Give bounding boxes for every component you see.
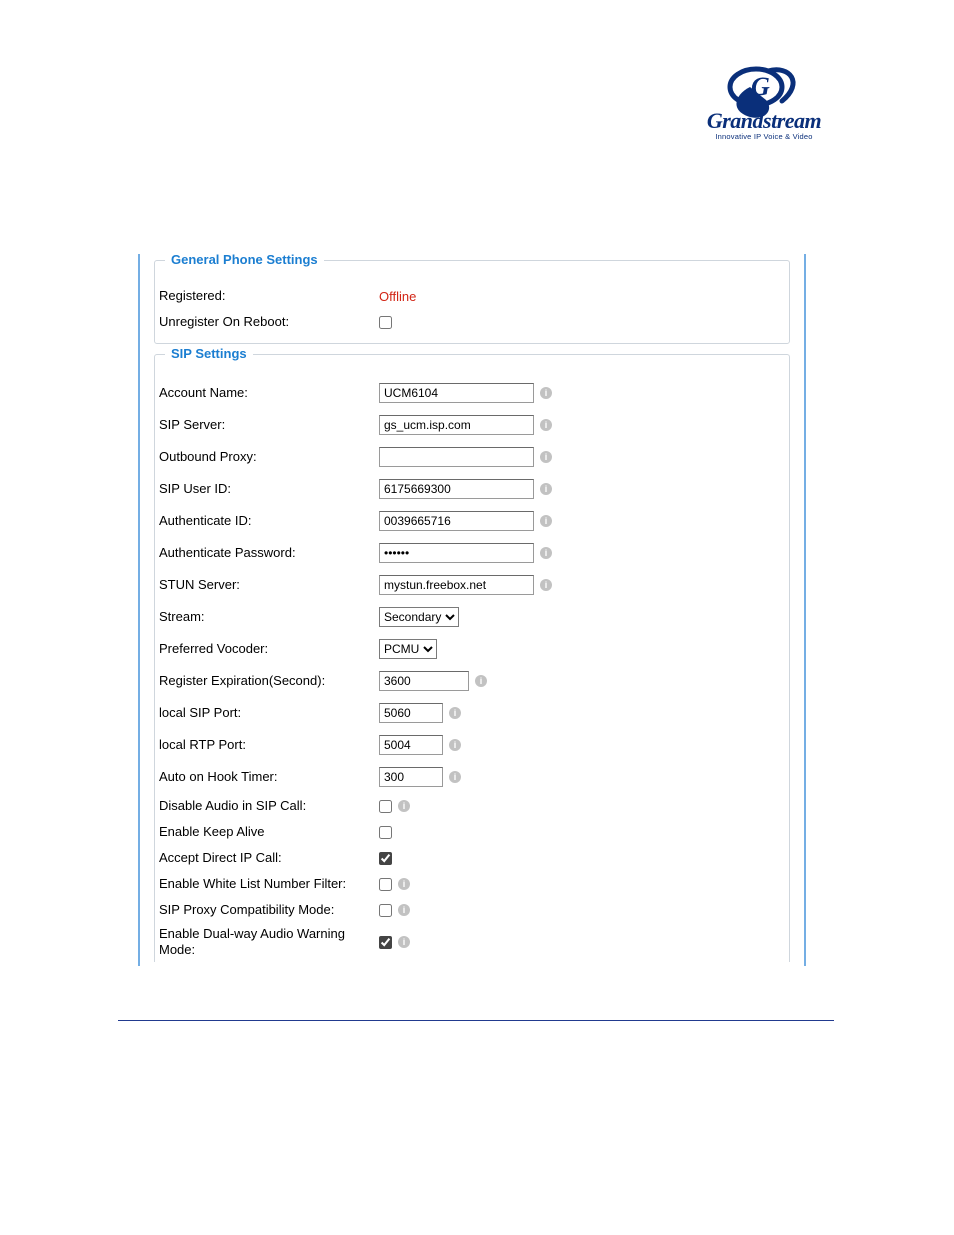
label-accept-direct-ip-call: Accept Direct IP Call: bbox=[159, 850, 379, 866]
label-auto-on-hook-timer: Auto on Hook Timer: bbox=[159, 769, 379, 785]
label-register-expiration: Register Expiration(Second): bbox=[159, 673, 379, 689]
info-icon[interactable]: i bbox=[449, 707, 461, 719]
label-sip-user-id: SIP User ID: bbox=[159, 481, 379, 497]
input-authenticate-password[interactable] bbox=[379, 543, 534, 563]
fieldset-general-phone-settings: General Phone Settings Registered: Offli… bbox=[154, 260, 790, 344]
brand-tagline: Innovative IP Voice & Video bbox=[699, 132, 829, 141]
input-sip-user-id[interactable] bbox=[379, 479, 534, 499]
info-icon[interactable]: i bbox=[540, 419, 552, 431]
input-sip-server[interactable] bbox=[379, 415, 534, 435]
info-icon[interactable]: i bbox=[398, 800, 410, 812]
info-icon[interactable]: i bbox=[540, 547, 552, 559]
label-local-sip-port: local SIP Port: bbox=[159, 705, 379, 721]
input-auto-on-hook-timer[interactable] bbox=[379, 767, 443, 787]
checkbox-enable-dual-way-audio-warning-mode[interactable] bbox=[379, 936, 392, 949]
checkbox-sip-proxy-compatibility-mode[interactable] bbox=[379, 904, 392, 917]
info-icon[interactable]: i bbox=[398, 936, 410, 948]
checkbox-enable-white-list-number-filter[interactable] bbox=[379, 878, 392, 891]
label-unregister-on-reboot: Unregister On Reboot: bbox=[159, 314, 379, 330]
brand-name: Grandstream bbox=[699, 108, 829, 134]
label-stun-server: STUN Server: bbox=[159, 577, 379, 593]
info-icon[interactable]: i bbox=[540, 579, 552, 591]
label-disable-audio-in-sip-call: Disable Audio in SIP Call: bbox=[159, 798, 379, 814]
input-authenticate-id[interactable] bbox=[379, 511, 534, 531]
input-account-name[interactable] bbox=[379, 383, 534, 403]
label-stream: Stream: bbox=[159, 609, 379, 625]
label-enable-keep-alive: Enable Keep Alive bbox=[159, 824, 379, 840]
input-outbound-proxy[interactable] bbox=[379, 447, 534, 467]
info-icon[interactable]: i bbox=[449, 771, 461, 783]
label-account-name: Account Name: bbox=[159, 385, 379, 401]
settings-panel: General Phone Settings Registered: Offli… bbox=[138, 254, 806, 966]
label-registered: Registered: bbox=[159, 288, 379, 304]
legend-general: General Phone Settings bbox=[165, 252, 324, 267]
input-register-expiration[interactable] bbox=[379, 671, 469, 691]
legend-sip: SIP Settings bbox=[165, 346, 253, 361]
input-local-sip-port[interactable] bbox=[379, 703, 443, 723]
info-icon[interactable]: i bbox=[475, 675, 487, 687]
brand-logo: G Grandstream Innovative IP Voice & Vide… bbox=[699, 65, 829, 141]
info-icon[interactable]: i bbox=[540, 387, 552, 399]
label-enable-white-list-number-filter: Enable White List Number Filter: bbox=[159, 876, 379, 892]
label-sip-proxy-compatibility-mode: SIP Proxy Compatibility Mode: bbox=[159, 902, 379, 918]
svg-text:G: G bbox=[751, 72, 770, 101]
label-enable-dual-way-audio-warning-mode: Enable Dual-way Audio Warning Mode: bbox=[159, 926, 379, 959]
info-icon[interactable]: i bbox=[398, 878, 410, 890]
checkbox-unregister-on-reboot[interactable] bbox=[379, 316, 392, 329]
label-outbound-proxy: Outbound Proxy: bbox=[159, 449, 379, 465]
info-icon[interactable]: i bbox=[540, 483, 552, 495]
info-icon[interactable]: i bbox=[449, 739, 461, 751]
info-icon[interactable]: i bbox=[398, 904, 410, 916]
select-preferred-vocoder[interactable]: PCMU bbox=[379, 639, 437, 659]
label-local-rtp-port: local RTP Port: bbox=[159, 737, 379, 753]
footer-divider bbox=[118, 1020, 834, 1021]
label-preferred-vocoder: Preferred Vocoder: bbox=[159, 641, 379, 657]
input-local-rtp-port[interactable] bbox=[379, 735, 443, 755]
value-registered: Offline bbox=[379, 289, 416, 304]
info-icon[interactable]: i bbox=[540, 515, 552, 527]
label-sip-server: SIP Server: bbox=[159, 417, 379, 433]
input-stun-server[interactable] bbox=[379, 575, 534, 595]
select-stream[interactable]: Secondary bbox=[379, 607, 459, 627]
label-authenticate-password: Authenticate Password: bbox=[159, 545, 379, 561]
label-authenticate-id: Authenticate ID: bbox=[159, 513, 379, 529]
checkbox-disable-audio-in-sip-call[interactable] bbox=[379, 800, 392, 813]
fieldset-sip-settings: SIP Settings Account Name: i SIP Server:… bbox=[154, 354, 790, 962]
info-icon[interactable]: i bbox=[540, 451, 552, 463]
checkbox-accept-direct-ip-call[interactable] bbox=[379, 852, 392, 865]
checkbox-enable-keep-alive[interactable] bbox=[379, 826, 392, 839]
